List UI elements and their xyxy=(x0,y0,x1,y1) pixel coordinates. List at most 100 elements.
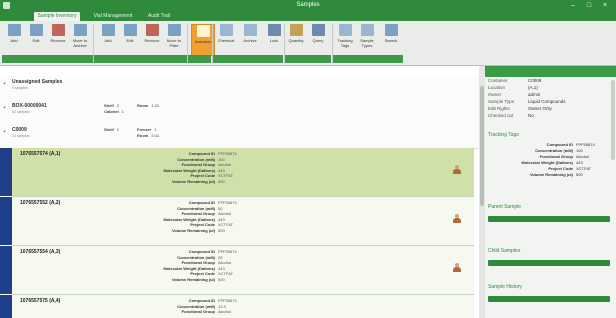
expand-icon[interactable]: + xyxy=(3,129,6,135)
search-icon xyxy=(384,24,398,36)
add-icon xyxy=(7,24,21,36)
vial-name: 1076557575 (A,4) xyxy=(20,298,61,304)
meta-value: 1 xyxy=(121,109,124,114)
tag-icon xyxy=(338,24,352,36)
vial-row[interactable]: 1076557552 (A,2) Compound ID FPF55874 Conce… xyxy=(0,197,474,246)
ribbon-button-move-to-archive[interactable]: Move to Archive xyxy=(69,24,91,54)
ribbon-button-edit[interactable]: Edit xyxy=(25,24,47,54)
property-row: Volume Remaining (ul) 500 xyxy=(132,228,282,234)
ribbon-separator xyxy=(212,24,213,63)
vial-row[interactable]: 1076557574 (A,1) Compound ID FPF55874 Conce… xyxy=(0,148,474,197)
edit-icon xyxy=(29,24,43,36)
archive-icon xyxy=(73,24,87,36)
ribbon-button-search[interactable]: Search xyxy=(380,24,402,54)
vial-name: 1076557574 (A,1) xyxy=(20,151,61,157)
ribbon-button-quantity[interactable]: Quantity xyxy=(285,24,307,54)
meta-label: Cabinet xyxy=(104,109,119,114)
container-meta: Room 1.01 xyxy=(137,103,159,109)
tab-audit-trail[interactable]: Audit Trail xyxy=(142,12,176,21)
tracking-value: 500 xyxy=(576,172,583,177)
add-icon xyxy=(101,24,115,36)
sample-tree: + Unassigned Samples 0 samples + BOX-0000004… xyxy=(0,66,479,318)
ribbon-button-sample-types[interactable]: Sample Types xyxy=(356,24,378,54)
close-icon[interactable]: × xyxy=(598,1,612,10)
ribbon-separator xyxy=(284,24,285,63)
ribbon-button-chemical[interactable]: Chemical xyxy=(215,24,237,54)
ribbon-button-label: Move to Archive xyxy=(72,38,88,48)
tab-sample-inventory[interactable]: Sample Inventory xyxy=(34,12,80,21)
ribbon-button-label: Lock xyxy=(269,38,279,43)
property-label: Volume Remaining (ul) xyxy=(171,276,215,282)
container-name: Unassigned Samples xyxy=(12,79,63,85)
details-scrollbar[interactable] xyxy=(611,80,615,160)
meta-value: 2 xyxy=(116,127,120,132)
tab-bar: Sample Inventory Vial Management Audit T… xyxy=(0,11,616,21)
container-meta: Cabinet 1 xyxy=(104,109,124,115)
minimize-icon[interactable]: – xyxy=(566,1,580,10)
chemical-icon xyxy=(219,24,233,36)
details-info: Container C0009 Location (A,1) Owner admin Sam… xyxy=(488,77,566,119)
details-section-bar[interactable] xyxy=(488,216,610,222)
container-name: BOX-00000041 xyxy=(12,103,47,109)
vial-selection-strip xyxy=(0,246,12,294)
ribbon-group-bar xyxy=(285,55,331,63)
maximize-icon[interactable]: □ xyxy=(582,1,596,10)
ribbon-button-tracking-tags[interactable]: Tracking Tags xyxy=(334,24,356,54)
vial-properties: Compound ID FPF55874 Concentration (mM) 50 F… xyxy=(132,200,282,234)
tab-vial-management[interactable]: Vial Management xyxy=(86,12,140,21)
info-value: admin xyxy=(528,92,541,97)
property-label: Volume Remaining (ul) xyxy=(171,178,215,184)
ribbon-button-edit[interactable]: Edit xyxy=(119,24,141,54)
container-meta: Room 2.01 xyxy=(137,133,159,139)
ribbon-group-bar xyxy=(188,55,211,63)
info-value: (A,1) xyxy=(528,85,538,90)
ribbon-group-bar xyxy=(2,55,94,63)
info-row: Sample Type Liquid Compounds xyxy=(488,98,566,105)
property-label: Functional Group xyxy=(181,309,215,315)
tracking-tags-title: Tracking Tags xyxy=(488,132,519,138)
remove-icon xyxy=(145,24,159,36)
tracking-label: Volume Remaining (ul) xyxy=(529,172,573,177)
vial-properties: Compound ID FPF55874 Concentration (mM) 100… xyxy=(132,151,282,185)
expand-icon[interactable]: + xyxy=(3,105,6,111)
lock-icon xyxy=(267,24,281,36)
scroll-thumb[interactable] xyxy=(480,86,484,206)
ribbon-button-remove[interactable]: Remove xyxy=(141,24,163,54)
container-name: C0009 xyxy=(12,127,27,133)
ribbon-button-move-to-plate[interactable]: Move to Plate xyxy=(163,24,185,54)
details-pane: Container C0009 Location (A,1) Owner admin Sam… xyxy=(485,66,616,318)
container-header[interactable]: + Unassigned Samples 0 samples xyxy=(0,76,479,101)
info-label: Checked out xyxy=(488,113,514,118)
ribbon-group-bar xyxy=(333,55,403,63)
container-header[interactable]: + BOX-00000041 62 samples Shelf 2 Room 1.01 Cab… xyxy=(0,100,479,125)
container-header[interactable]: + C0009 24 samples Shelf 2 Freezer 1 Room 2.01 xyxy=(0,124,479,149)
vial-row[interactable]: 1076557575 (A,4) Compound ID FPF55874 Conce… xyxy=(0,295,474,318)
ribbon-button-label: Remove xyxy=(50,38,66,43)
ribbon-button-label: Sample Types xyxy=(360,38,374,48)
ribbon-button-add[interactable]: Add xyxy=(97,24,119,54)
info-value: Owner Only xyxy=(528,106,552,111)
container-count: 0 samples xyxy=(12,86,28,90)
meta-label: Freezer xyxy=(137,127,152,132)
ribbon-button-archive[interactable]: Archive xyxy=(239,24,261,54)
ribbon-button-remove[interactable]: Remove xyxy=(47,24,69,54)
details-section-bar[interactable] xyxy=(488,296,610,302)
person-body xyxy=(453,169,461,174)
details-section-title: Child Samples xyxy=(488,248,521,254)
vial-selection-strip xyxy=(0,295,12,318)
ribbon-button-lock[interactable]: Lock xyxy=(263,24,285,54)
info-label: Edit Rights xyxy=(488,106,510,111)
ribbon-button-label: Edit xyxy=(32,38,40,43)
expand-icon[interactable]: + xyxy=(3,81,6,87)
meta-value: 2.01 xyxy=(151,133,160,138)
ribbon-button-add[interactable]: Add xyxy=(3,24,25,54)
details-section-title: Sample History xyxy=(488,284,522,290)
container-meta: Shelf 2 xyxy=(104,127,119,133)
details-section-bar[interactable] xyxy=(488,260,610,266)
meta-label: Shelf xyxy=(104,103,114,108)
ribbon-button-query[interactable]: Query xyxy=(307,24,329,54)
archive-icon xyxy=(243,24,257,36)
ribbon-separator xyxy=(93,24,94,63)
meta-value: 2 xyxy=(116,103,120,108)
vial-row[interactable]: 1076557554 (A,3) Compound ID FPF55874 Conce… xyxy=(0,246,474,295)
